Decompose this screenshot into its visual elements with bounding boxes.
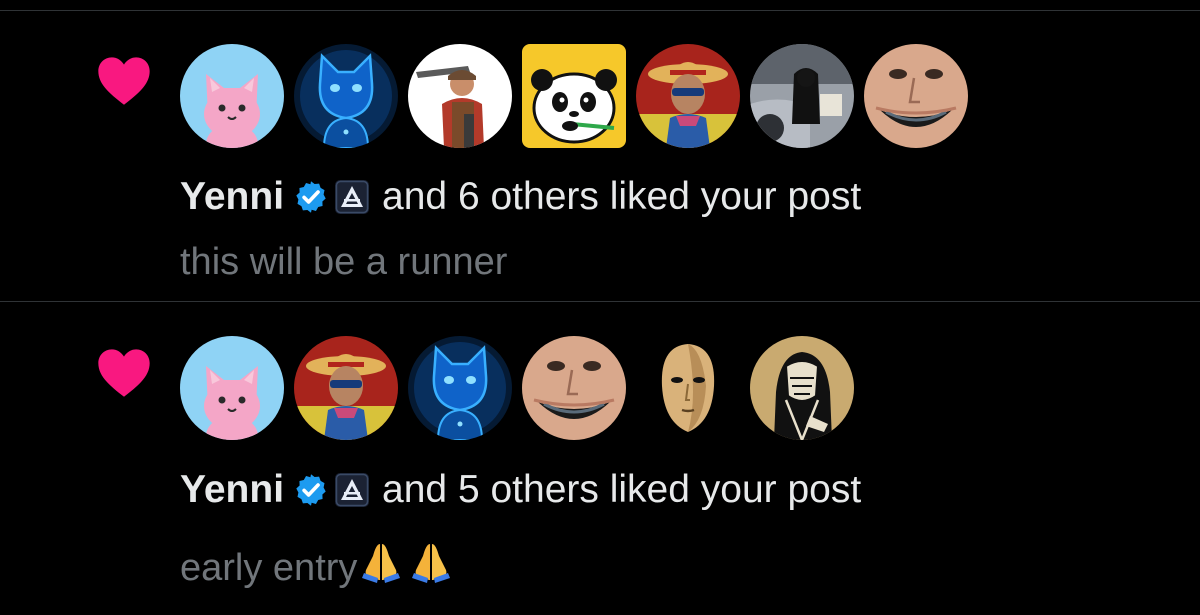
username-link[interactable]: Yenni bbox=[180, 174, 284, 220]
action-text: and 6 others liked your post bbox=[382, 175, 862, 218]
affiliate-badge-icon[interactable] bbox=[335, 180, 369, 214]
notification-text: Yenni and 5 others liked your post bbox=[180, 467, 861, 513]
avatar-pink-cat[interactable] bbox=[180, 44, 284, 148]
avatar-panda[interactable] bbox=[522, 44, 626, 148]
verified-badge-icon bbox=[293, 179, 329, 215]
heart-icon bbox=[96, 346, 152, 398]
avatar-gold-mask[interactable] bbox=[636, 336, 740, 440]
like-notification[interactable]: Yenni and 6 others liked your post this … bbox=[0, 0, 1200, 300]
avatar-straw-hat-man[interactable] bbox=[294, 336, 398, 440]
like-notification[interactable]: Yenni and 5 others liked your post early… bbox=[0, 302, 1200, 615]
liker-avatars bbox=[180, 44, 990, 148]
avatar-black-teeth-grin[interactable] bbox=[864, 44, 968, 148]
avatar-soldier-sniper[interactable] bbox=[408, 44, 512, 148]
action-text: and 5 others liked your post bbox=[382, 468, 862, 511]
folded-hands-icon bbox=[410, 540, 452, 584]
avatar-black-teeth-grin[interactable] bbox=[522, 336, 626, 440]
avatar-hooded-sketch[interactable] bbox=[750, 336, 854, 440]
avatar-hooded-figure-car[interactable] bbox=[750, 44, 854, 148]
affiliate-badge-icon[interactable] bbox=[335, 473, 369, 507]
post-snippet[interactable]: early entry bbox=[180, 540, 452, 590]
avatar-blue-cat[interactable] bbox=[294, 44, 398, 148]
post-snippet[interactable]: this will be a runner bbox=[180, 240, 507, 284]
avatar-pink-cat[interactable] bbox=[180, 336, 284, 440]
username-link[interactable]: Yenni bbox=[180, 467, 284, 513]
verified-badge-icon bbox=[293, 472, 329, 508]
folded-hands-icon bbox=[360, 540, 402, 584]
liker-avatars bbox=[180, 336, 860, 440]
avatar-blue-cat[interactable] bbox=[408, 336, 512, 440]
avatar-straw-hat-man[interactable] bbox=[636, 44, 740, 148]
snippet-text: early entry bbox=[180, 547, 358, 589]
notification-text: Yenni and 6 others liked your post bbox=[180, 174, 861, 220]
heart-icon bbox=[96, 54, 152, 106]
